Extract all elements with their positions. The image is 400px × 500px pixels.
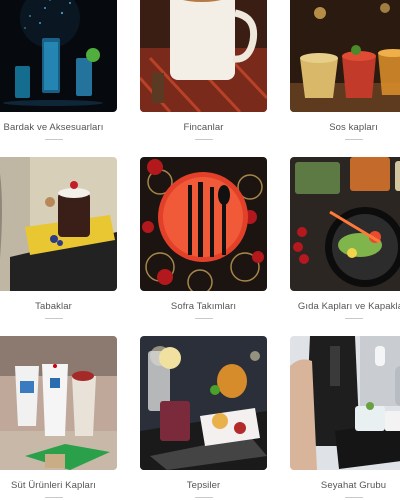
category-card-food-containers[interactable]: Gıda Kapları ve Kapakları — [290, 157, 400, 319]
category-label[interactable]: Tepsiler — [140, 480, 267, 491]
category-card-trays[interactable]: Tepsiler — [140, 336, 267, 498]
tray-photo[interactable] — [140, 336, 267, 470]
category-label[interactable]: Bardak ve Aksesuarları — [0, 122, 117, 133]
divider — [44, 497, 63, 498]
sauce-cups-photo[interactable] — [290, 0, 400, 112]
divider — [194, 318, 213, 319]
divider — [344, 139, 363, 140]
category-label[interactable]: Süt Ürünleri Kapları — [0, 480, 117, 491]
divider — [44, 139, 63, 140]
category-card-sauce[interactable]: Sos kapları — [290, 0, 400, 140]
divider — [194, 139, 213, 140]
divider — [344, 497, 363, 498]
category-card-cups[interactable]: Fincanlar — [140, 0, 267, 140]
category-card-glasses[interactable]: Bardak ve Aksesuarları — [0, 0, 117, 140]
cake-plate-photo[interactable] — [0, 157, 117, 291]
category-card-plates[interactable]: Tabaklar — [0, 157, 117, 319]
category-card-travel[interactable]: Seyahat Grubu — [290, 336, 400, 498]
divider — [44, 318, 63, 319]
food-container-photo[interactable] — [290, 157, 400, 291]
category-label[interactable]: Gıda Kapları ve Kapakları — [290, 301, 400, 312]
glasses-photo[interactable] — [0, 0, 117, 112]
coffee-cup-photo[interactable] — [140, 0, 267, 112]
category-label[interactable]: Fincanlar — [140, 122, 267, 133]
divider — [344, 318, 363, 319]
category-card-dairy[interactable]: Süt Ürünleri Kapları — [0, 336, 117, 498]
category-label[interactable]: Tabaklar — [0, 301, 117, 312]
divider — [194, 497, 213, 498]
travel-service-photo[interactable] — [290, 336, 400, 470]
category-label[interactable]: Seyahat Grubu — [290, 480, 400, 491]
dairy-cups-photo[interactable] — [0, 336, 117, 470]
category-grid: Bardak ve Aksesuarları Fincanlar Sos kap… — [0, 0, 400, 500]
category-label[interactable]: Sos kapları — [290, 122, 400, 133]
category-label[interactable]: Sofra Takımları — [140, 301, 267, 312]
cutlery-set-photo[interactable] — [140, 157, 267, 291]
category-card-cutlery[interactable]: Sofra Takımları — [140, 157, 267, 319]
